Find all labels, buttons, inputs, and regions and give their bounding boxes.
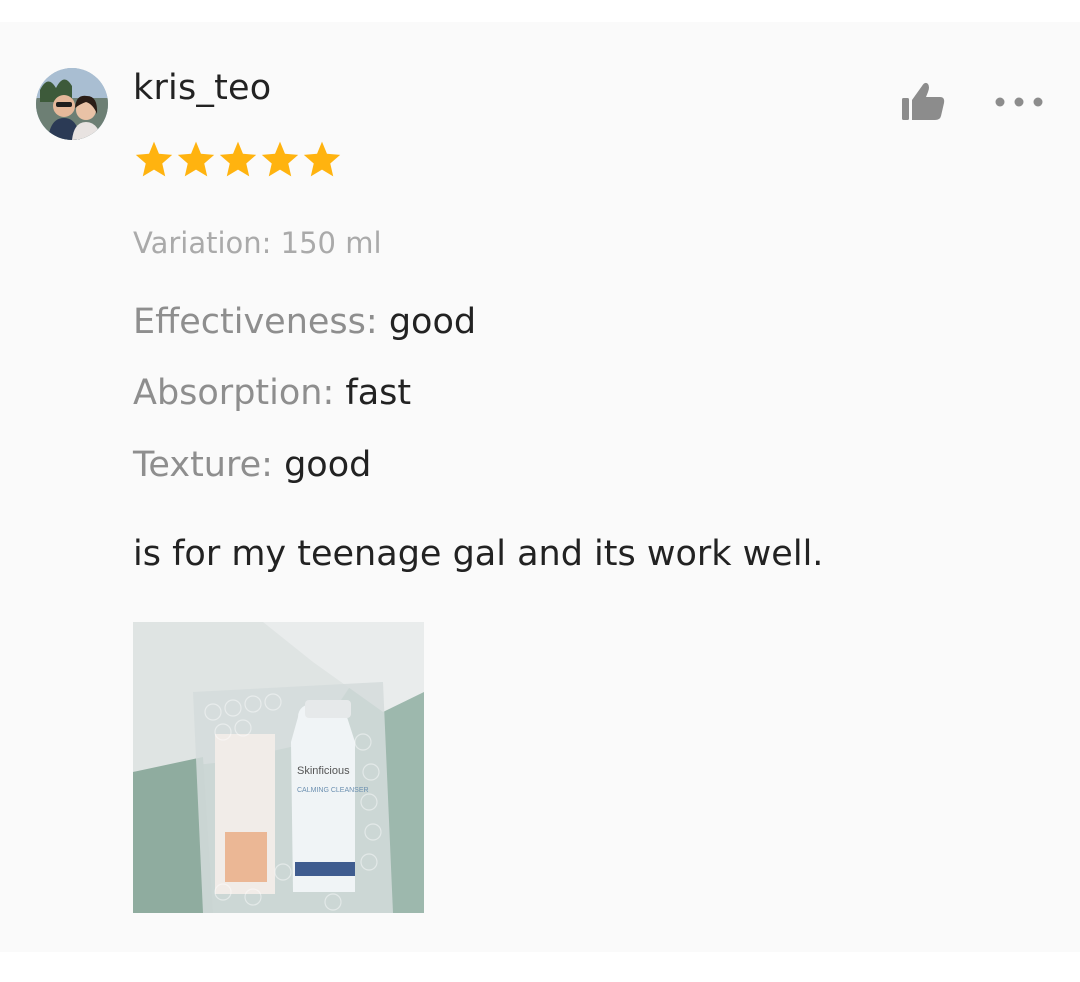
attribute-label: Effectiveness: <box>133 302 378 342</box>
attribute-row-absorption: Absorption: fast <box>133 373 411 413</box>
star-icon <box>302 140 342 178</box>
star-icon <box>134 140 174 178</box>
attribute-value: good <box>284 445 372 485</box>
attribute-label: Absorption: <box>133 373 335 413</box>
star-icon <box>218 140 258 178</box>
variation-label: Variation: 150 ml <box>133 226 382 260</box>
attribute-value: good <box>388 302 477 342</box>
attribute-row-effectiveness: Effectiveness: good <box>133 302 476 342</box>
thumbs-up-icon[interactable] <box>898 78 948 124</box>
review-comment: is for my teenage gal and its work well. <box>133 534 824 574</box>
product-photo: Skinficious CALMING CLEANSER <box>133 622 424 913</box>
star-rating <box>134 140 342 178</box>
more-options-icon[interactable] <box>994 92 1048 112</box>
review-photo[interactable]: Skinficious CALMING CLEANSER <box>133 622 424 913</box>
attribute-label: Texture: <box>133 445 273 485</box>
user-avatar[interactable] <box>36 68 108 140</box>
star-icon <box>176 140 216 178</box>
bottle-brand-text: Skinficious <box>297 765 350 777</box>
username[interactable]: kris_teo <box>133 68 271 108</box>
avatar-image <box>36 68 108 140</box>
bottle-label-text: CALMING CLEANSER <box>297 787 369 794</box>
star-icon <box>260 140 300 178</box>
attribute-row-texture: Texture: good <box>133 445 371 485</box>
attribute-value: fast <box>345 373 412 413</box>
